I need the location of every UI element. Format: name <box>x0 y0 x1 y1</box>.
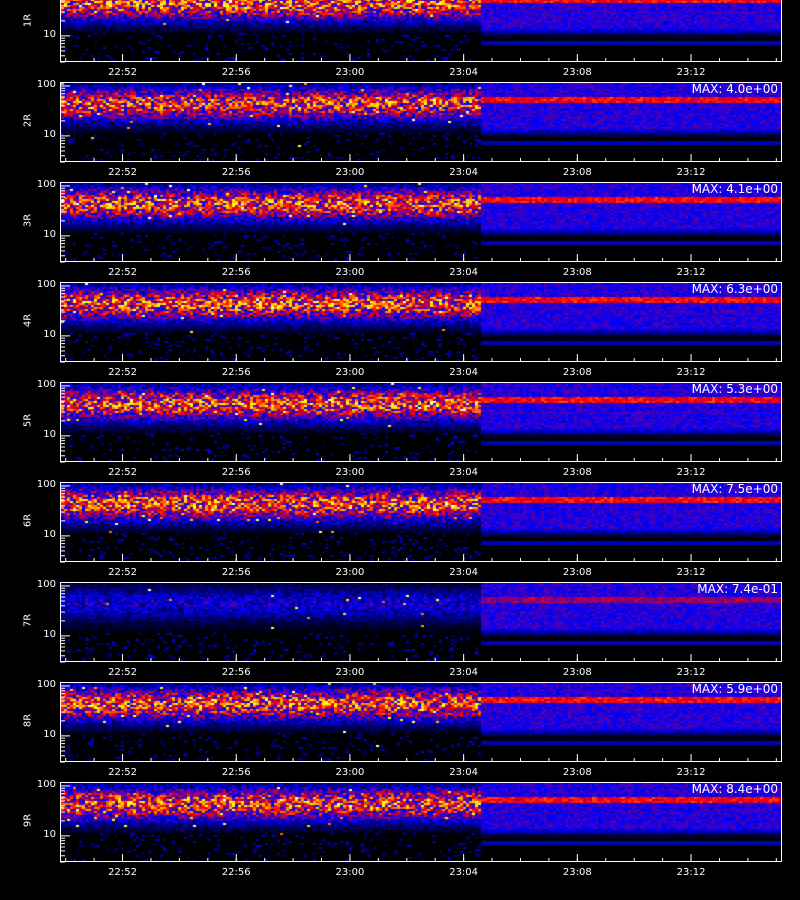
x-tick-label: 23:12 <box>676 667 706 678</box>
x-tick-label: 22:56 <box>221 867 251 878</box>
x-tick-label: 23:00 <box>335 867 365 878</box>
x-tick-label: 23:08 <box>562 867 592 878</box>
x-tick-label: 23:04 <box>449 867 479 878</box>
x-tick-label: 23:12 <box>676 867 706 878</box>
x-tick-label: 22:56 <box>221 67 251 78</box>
panel-1r: 1010022:5222:5623:0023:0423:0823:121RMAX… <box>0 0 800 82</box>
panel-7r: 10 100 22:52 22:56 23:00 23:04 23:08 23:12 7R MAX… <box>0 578 800 682</box>
y-tick-label: 10 <box>43 528 56 540</box>
x-tick-label: 23:08 <box>562 267 592 278</box>
x-tick-label: 22:56 <box>221 267 251 278</box>
max-value-label: MAX: 5.9e+00 <box>691 682 778 696</box>
y-tick-label: 10 <box>43 28 56 40</box>
max-value-label: MAX: 7.5e+00 <box>691 482 778 496</box>
x-tick-label: 23:04 <box>449 67 479 78</box>
x-tick-label: 22:52 <box>108 567 137 578</box>
x-tick-label: 23:12 <box>676 567 706 578</box>
x-tick-label: 23:04 <box>449 667 479 678</box>
max-value-label: MAX: 4.1e+00 <box>691 182 778 196</box>
x-tick-label: 23:12 <box>676 767 706 778</box>
x-tick-label: 23:04 <box>449 167 479 178</box>
x-tick-label: 22:52 <box>108 167 137 178</box>
y-tick-label: 100 <box>36 278 56 290</box>
panel-9r: 10 100 22:52 22:56 23:00 23:04 23:08 23:12 9R MAX… <box>0 778 800 882</box>
x-tick-label: 23:12 <box>676 267 706 278</box>
x-tick-label: 22:52 <box>108 767 137 778</box>
x-tick-label: 23:00 <box>335 667 365 678</box>
y-tick-label: 10 <box>43 728 56 740</box>
x-tick-label: 23:00 <box>335 567 365 578</box>
x-tick-label: 23:08 <box>562 167 592 178</box>
x-tick-label: 23:04 <box>449 267 479 278</box>
y-tick-label: 10 <box>43 228 56 240</box>
x-tick-label: 22:56 <box>221 167 251 178</box>
x-tick-label: 23:00 <box>335 67 365 78</box>
x-tick-label: 23:12 <box>676 367 706 378</box>
panel-label: 7R <box>22 613 34 628</box>
y-tick-label: 10 <box>43 128 56 140</box>
x-tick-label: 22:52 <box>108 667 137 678</box>
x-tick-label: 23:08 <box>562 667 592 678</box>
max-value-label: MAX: 7.4e-01 <box>697 582 778 596</box>
x-tick-label: 23:08 <box>562 567 592 578</box>
x-tick-label: 22:56 <box>221 467 251 478</box>
x-tick-label: 22:56 <box>221 767 251 778</box>
x-tick-label: 23:12 <box>676 467 706 478</box>
x-tick-label: 23:04 <box>449 567 479 578</box>
x-tick-label: 23:12 <box>676 67 706 78</box>
panel-label: 9R <box>22 813 34 828</box>
y-tick-label: 100 <box>36 478 56 490</box>
x-tick-label: 23:00 <box>335 767 365 778</box>
panel-3r: 10 100 22:52 22:56 23:00 23:04 23:08 23:12 3R MAX… <box>0 178 800 282</box>
panel-label: 6R <box>22 513 34 528</box>
panel-6r: 10 100 22:52 22:56 23:00 23:04 23:08 23:12 6R MAX… <box>0 478 800 582</box>
x-tick-label: 23:04 <box>449 367 479 378</box>
x-tick-label: 22:52 <box>108 367 137 378</box>
y-tick-label: 100 <box>36 378 56 390</box>
y-tick-label: 100 <box>36 178 56 190</box>
panel-8r: 10 100 22:52 22:56 23:00 23:04 23:08 23:12 8R MAX… <box>0 678 800 782</box>
x-tick-label: 23:08 <box>562 67 592 78</box>
x-tick-label: 22:56 <box>221 567 251 578</box>
x-tick-label: 22:52 <box>108 867 137 878</box>
x-tick-label: 23:04 <box>449 767 479 778</box>
x-tick-label: 22:56 <box>221 667 251 678</box>
panel-label: 5R <box>22 413 34 428</box>
panel-label: 3R <box>22 213 34 228</box>
max-value-label: MAX: 6.3e+00 <box>691 282 778 296</box>
spectrogram-figure: 10 100 22:52 22:56 23:00 23:04 23:08 23:12 1R MAX… <box>0 0 800 900</box>
y-tick-label: 10 <box>43 828 56 840</box>
x-tick-label: 23:00 <box>335 467 365 478</box>
x-tick-label: 23:08 <box>562 367 592 378</box>
x-tick-label: 23:04 <box>449 467 479 478</box>
x-tick-label: 22:52 <box>108 267 137 278</box>
panel-label: 1R <box>22 13 34 28</box>
panel-4r: 10 100 22:52 22:56 23:00 23:04 23:08 23:12 4R MAX… <box>0 278 800 382</box>
y-tick-label: 100 <box>36 778 56 790</box>
panel-2r: 10 100 22:52 22:56 23:00 23:04 23:08 23:12 2R MAX… <box>0 78 800 182</box>
x-tick-label: 23:00 <box>335 367 365 378</box>
panel-label: 4R <box>22 313 34 328</box>
panel-label: 2R <box>22 113 34 128</box>
x-tick-label: 23:00 <box>335 167 365 178</box>
panel-5r: 10 100 22:52 22:56 23:00 23:04 23:08 23:12 5R MAX… <box>0 378 800 482</box>
x-tick-label: 22:52 <box>108 67 137 78</box>
y-tick-label: 100 <box>36 678 56 690</box>
max-value-label: MAX: 5.3e+00 <box>691 382 778 396</box>
x-tick-label: 23:08 <box>562 767 592 778</box>
max-value-label: MAX: 4.0e+00 <box>691 82 778 96</box>
y-tick-label: 10 <box>43 628 56 640</box>
y-tick-label: 100 <box>36 78 56 90</box>
x-tick-label: 23:08 <box>562 467 592 478</box>
panel-label: 8R <box>22 713 34 728</box>
y-tick-label: 10 <box>43 428 56 440</box>
x-tick-label: 22:56 <box>221 367 251 378</box>
x-tick-label: 23:00 <box>335 267 365 278</box>
max-value-label: MAX: 8.4e+00 <box>691 782 778 796</box>
y-tick-label: 100 <box>36 578 56 590</box>
x-tick-label: 22:52 <box>108 467 137 478</box>
x-tick-label: 23:12 <box>676 167 706 178</box>
y-tick-label: 10 <box>43 328 56 340</box>
